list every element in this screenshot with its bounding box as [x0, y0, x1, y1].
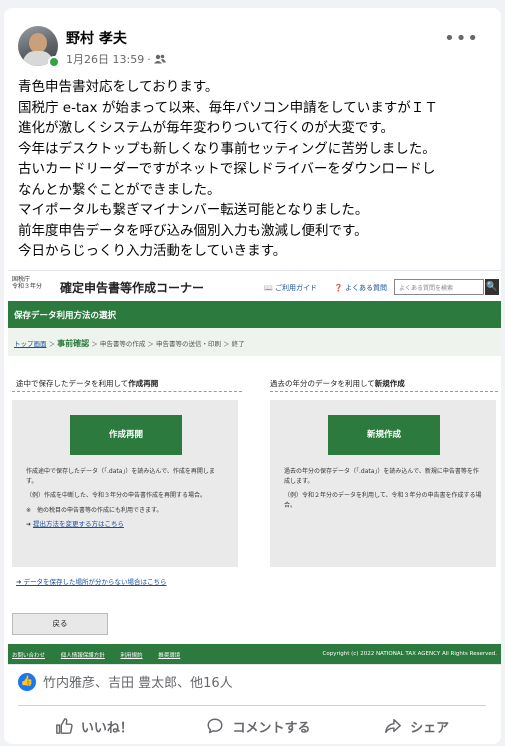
reaction-summary[interactable]: 👍 竹内雅彦、吉田 豊太郎、他16人: [18, 672, 233, 691]
breadcrumb: トップ画面 ＞ 事前確認 ＞ 申告書等の作成 ＞ 申告書等の送信・印刷 ＞ 終了: [8, 328, 501, 356]
section-title: 保存データ利用方法の選択: [8, 301, 501, 328]
post-line: 今日からじっくり入力活動をしていきます。: [18, 243, 287, 259]
nta-footer: お問い合わせ 個人情報保護方針 利用規約 推奨環境 Copyright (c) …: [8, 644, 501, 664]
share-icon: [385, 718, 402, 734]
nta-title: 確定申告書等作成コーナー: [60, 281, 205, 295]
divider: [270, 391, 498, 393]
post-timestamp[interactable]: 1月26日 13:59: [66, 51, 144, 67]
right-panel-heading: 過去の年分のデータを利用して新規作成: [270, 379, 405, 388]
online-status-dot: [48, 56, 60, 68]
left-panel-heading: 途中で保存したデータを利用して作成再開: [16, 379, 159, 388]
new-create-panel: 新規作成 過去の年分の保存データ（「.data」）を読み込んで、新規に申告書等を…: [270, 400, 496, 567]
search-icon: 🔍: [485, 279, 499, 295]
action-bar: いいね！ コメントする シェア: [18, 712, 486, 740]
share-button[interactable]: シェア: [384, 717, 449, 736]
data-location-link: ➜ データを保存した場所が分からない場合はこちら: [16, 578, 167, 586]
post-line: なんとか繋ぐことができました。: [18, 181, 221, 198]
nta-header: 国税庁 令和３年分 確定申告書等作成コーナー 📖 ご利用ガイド ❓ よくある質問…: [8, 271, 501, 301]
new-create-button: 新規作成: [328, 415, 440, 455]
resume-panel: 作成再開 作成途中で保存したデータ（「.data」）を読み込んで、作成を再開しま…: [12, 400, 238, 567]
post-line: 青色申告書対応をしております。: [18, 79, 219, 95]
thumbs-up-icon: [55, 718, 73, 734]
like-button[interactable]: いいね！: [55, 717, 133, 736]
attached-screenshot[interactable]: 国税庁 令和３年分 確定申告書等作成コーナー 📖 ご利用ガイド ❓ よくある質問…: [8, 270, 501, 665]
guide-link: 📖 ご利用ガイド: [264, 284, 317, 292]
faq-link: ❓ よくある質問: [334, 284, 387, 292]
divider: [18, 705, 486, 706]
thumbs-up-icon: 👍: [18, 672, 36, 691]
faq-search-input: よくある質問を検索: [394, 279, 484, 295]
post-meta: 1月26日 13:59 ·: [66, 51, 166, 67]
post-card: 野村 孝夫 1月26日 13:59 · ••• 青色申告書対応をしております。 …: [4, 8, 501, 744]
comment-button[interactable]: コメントする: [206, 717, 310, 736]
comment-icon: [207, 718, 223, 734]
post-line: 古いカードリーダーですがネットで探しドライバーをダウンロードし: [18, 161, 436, 177]
post-line: 今年はデスクトップも新しくなり事前セッティングに苦労しました。: [18, 140, 436, 157]
post-line: マイポータルも繋ぎマイナンバー転送可能となりました。: [18, 202, 369, 218]
back-button: 戻る: [12, 613, 108, 635]
post-line: 進化が激しくシステムが毎年変わりついて行くのが大変です。: [18, 120, 394, 136]
post-line: 国税庁 e-tax が始まって以来、毎年パソコン申請をしていますがＩＴ: [18, 99, 438, 116]
nta-logo: 国税庁 令和３年分: [12, 276, 43, 290]
reaction-names[interactable]: 竹内雅彦、吉田 豊太郎、他16人: [43, 672, 233, 691]
more-options-button[interactable]: •••: [444, 28, 479, 49]
resume-button: 作成再開: [70, 415, 182, 455]
divider: [12, 391, 242, 393]
post-line: 前年度申告データを呼び込み個別入力も激減し便利です。: [18, 222, 368, 239]
post-text: 青色申告書対応をしております。 国税庁 e-tax が始まって以来、毎年パソコン…: [18, 77, 488, 262]
author-name[interactable]: 野村 孝夫: [66, 28, 127, 48]
friends-icon: [153, 54, 166, 64]
